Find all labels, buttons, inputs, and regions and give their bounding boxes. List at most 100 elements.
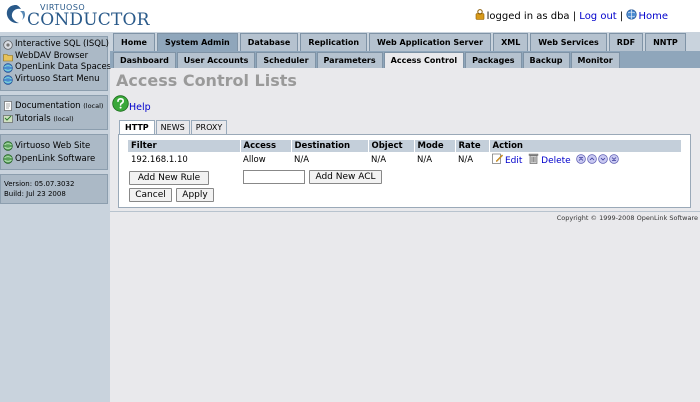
tab-user-accounts[interactable]: User Accounts <box>176 52 256 68</box>
version-text: Version: 05.07.3032 <box>4 180 75 188</box>
cell-rate: N/A <box>458 154 474 165</box>
globe-icon <box>3 154 13 164</box>
protocol-tabs: HTTP NEWS PROXY <box>119 120 228 135</box>
sidebar-item-webdav[interactable]: WebDAV Browser <box>1 51 107 63</box>
cell-object: N/A <box>371 154 387 165</box>
move-up-icon[interactable] <box>587 154 598 164</box>
tab-replication[interactable]: Replication <box>300 33 368 51</box>
cell-destination: N/A <box>294 154 310 165</box>
add-new-acl-button[interactable]: Add New ACL <box>309 170 382 184</box>
trash-icon[interactable] <box>528 153 539 164</box>
tab-web-services[interactable]: Web Services <box>530 33 607 51</box>
globe-icon <box>626 9 638 20</box>
move-top-icon[interactable] <box>576 154 587 164</box>
globe-icon <box>3 63 13 73</box>
folder-icon <box>3 53 13 61</box>
tab-rdf[interactable]: RDF <box>608 33 644 51</box>
edit-icon[interactable] <box>492 153 503 164</box>
tab-parameters[interactable]: Parameters <box>316 52 383 68</box>
cell-access: Allow <box>243 154 266 165</box>
sidebar-item-label: Documentation <box>15 101 81 111</box>
help-icon <box>112 95 129 112</box>
sidebar-item-documentation[interactable]: Documentation (local) <box>1 100 107 113</box>
sidebar-group-tools: Interactive SQL (ISQL) WebDAV Browser Op… <box>0 36 111 91</box>
column-header-destination: Destination <box>291 140 369 152</box>
edit-link[interactable]: Edit <box>505 156 522 166</box>
sidebar-item-label: Virtuoso Web Site <box>15 141 91 151</box>
add-new-rule-button[interactable]: Add New Rule <box>129 171 209 185</box>
sidebar-item-label: Tutorials <box>15 114 51 124</box>
tab-web-application-server[interactable]: Web Application Server <box>369 33 492 51</box>
build-text: Build: Jul 23 2008 <box>4 190 66 198</box>
sidebar-item-label: OpenLink Data Spaces <box>15 62 112 72</box>
tab-access-control[interactable]: Access Control <box>383 52 465 68</box>
tab-backup[interactable]: Backup <box>522 52 570 68</box>
tab-nntp[interactable]: NNTP <box>645 33 686 51</box>
apply-button[interactable]: Apply <box>176 188 214 202</box>
column-header-rate: Rate <box>455 140 490 152</box>
column-header-mode: Mode <box>414 140 456 152</box>
sidebar-item-label: Virtuoso Start Menu <box>15 73 100 84</box>
sidebar-group-docs: Documentation (local) Tutorials (local) <box>0 95 108 130</box>
logo-swirl-icon <box>6 5 26 24</box>
column-header-access: Access <box>240 140 292 152</box>
secondary-tab-bar: Dashboard User Accounts Scheduler Parame… <box>110 51 700 68</box>
document-icon <box>4 101 12 111</box>
footer-copyright: Copyright © 1999-2008 OpenLink Software <box>556 214 698 222</box>
globe-icon <box>3 74 13 85</box>
cell-action: Edit Delete <box>489 152 682 166</box>
tab-packages[interactable]: Packages <box>465 52 522 68</box>
lock-icon <box>475 9 484 20</box>
header: VIRTUOSO CONDUCTOR logged in as dba | Lo… <box>0 0 700 32</box>
tab-database[interactable]: Database <box>239 33 299 51</box>
tab-dashboard[interactable]: Dashboard <box>113 52 176 68</box>
delete-link[interactable]: Delete <box>541 156 571 166</box>
tab-proxy[interactable]: PROXY <box>190 120 228 135</box>
isql-icon <box>3 40 13 50</box>
tab-scheduler[interactable]: Scheduler <box>256 52 316 68</box>
tab-home[interactable]: Home <box>113 33 155 51</box>
primary-tab-bar: Home System Admin Database Replication W… <box>110 32 700 51</box>
cell-filter: 192.168.1.10 <box>131 154 188 165</box>
sidebar-item-label: Interactive SQL (ISQL) <box>15 39 109 49</box>
sidebar-item-openlink-software[interactable]: OpenLink Software <box>1 153 107 166</box>
separator: | <box>619 11 624 22</box>
cell-mode: N/A <box>417 154 433 165</box>
sidebar-item-label: WebDAV Browser <box>15 50 89 61</box>
tab-system-admin[interactable]: System Admin <box>156 33 238 51</box>
logout-link[interactable]: Log out <box>579 11 616 22</box>
page-title: Access Control Lists <box>116 71 297 90</box>
table-header-row: Filter Access Destination Object Mode Ra… <box>128 140 682 152</box>
acl-name-input[interactable] <box>243 170 305 184</box>
move-bottom-icon[interactable] <box>609 154 620 164</box>
sidebar-item-isql[interactable]: Interactive SQL (ISQL) <box>1 39 109 51</box>
globe-icon <box>3 141 13 151</box>
sidebar-item-tutorials[interactable]: Tutorials (local) <box>1 113 107 126</box>
logo-big-text: CONDUCTOR <box>27 10 150 30</box>
sidebar-item-ods[interactable]: OpenLink Data Spaces <box>1 62 111 74</box>
sidebar-item-virtuoso-web-site[interactable]: Virtuoso Web Site <box>1 140 107 153</box>
cancel-button[interactable]: Cancel <box>129 188 172 202</box>
tab-http[interactable]: HTTP <box>119 120 155 135</box>
sidebar-item-label: OpenLink Software <box>15 154 96 164</box>
sidebar-group-links: Virtuoso Web Site OpenLink Software <box>0 134 108 170</box>
tab-monitor[interactable]: Monitor <box>570 52 620 68</box>
logged-in-text: logged in as dba <box>486 11 570 22</box>
user-bar: logged in as dba | Log out | Home <box>475 9 668 22</box>
sidebar-item-start-menu[interactable]: Virtuoso Start Menu <box>1 74 107 86</box>
tab-xml[interactable]: XML <box>493 33 529 51</box>
local-suffix: (local) <box>53 115 74 123</box>
table-row: 192.168.1.10 Allow N/A N/A N/A N/A Edit … <box>128 152 682 166</box>
help-label: Help <box>129 102 151 113</box>
column-header-action: Action <box>489 140 682 152</box>
column-header-filter: Filter <box>128 140 241 152</box>
virtuoso-conductor-logo[interactable]: VIRTUOSO CONDUCTOR <box>4 2 149 30</box>
tab-news[interactable]: NEWS <box>155 120 190 135</box>
column-header-object: Object <box>368 140 415 152</box>
separator: | <box>572 11 577 22</box>
footer-divider <box>110 211 700 212</box>
acl-panel: Filter Access Destination Object Mode Ra… <box>118 134 691 208</box>
move-down-icon[interactable] <box>598 154 609 164</box>
acl-table: Filter Access Destination Object Mode Ra… <box>128 140 682 166</box>
home-link[interactable]: Home <box>638 11 668 22</box>
